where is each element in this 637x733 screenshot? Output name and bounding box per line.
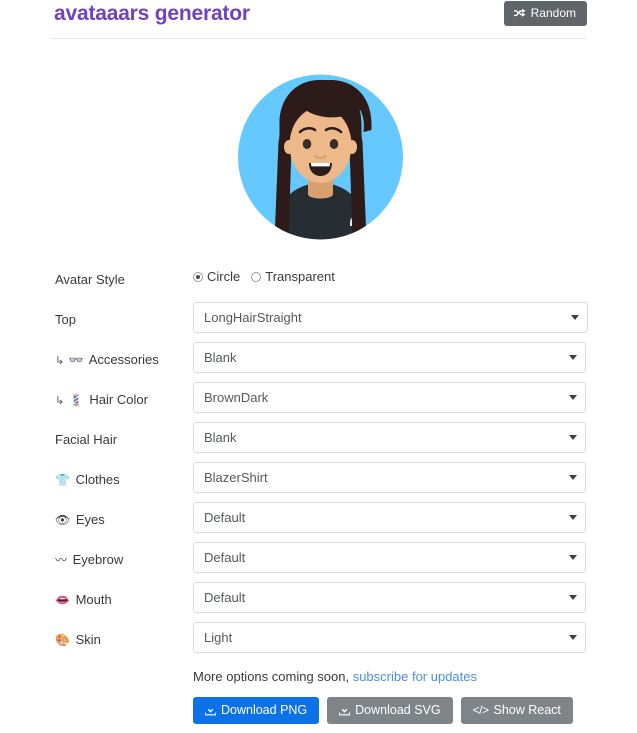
avatar-style-label: Avatar Style: [55, 272, 125, 287]
glasses-icon: 👓: [68, 353, 84, 367]
coming-soon-note: More options coming soon, subscribe for …: [193, 669, 477, 684]
form-row-skin: 🎨 Skin Light: [0, 622, 637, 662]
label-top-text: Top: [55, 312, 76, 327]
select-mouth-value: Default: [204, 590, 246, 605]
download-svg-label: Download SVG: [355, 703, 441, 717]
label-clothes: 👕 Clothes: [55, 471, 120, 489]
form-row-top: Top LongHairStraight: [0, 302, 637, 342]
options-form: Avatar Style Circle Transparent Top Long…: [0, 262, 637, 662]
form-row-eyes: 👁 Eyes Default: [0, 502, 637, 542]
subscribe-link[interactable]: subscribe for updates: [353, 669, 477, 684]
select-clothes-value: BlazerShirt: [204, 470, 268, 485]
radio-option-circle[interactable]: Circle: [193, 269, 240, 284]
label-top: Top: [55, 311, 76, 328]
label-mouth-text: Mouth: [75, 592, 112, 607]
form-row-eyebrow: 〰 Eyebrow Default: [0, 542, 637, 582]
select-facial-hair-value: Blank: [204, 430, 237, 445]
chevron-down-icon: [569, 555, 577, 560]
show-react-button[interactable]: </> Show React: [460, 697, 573, 724]
show-react-label: Show React: [493, 703, 561, 717]
select-accessories[interactable]: Blank: [193, 342, 586, 373]
select-hair-color-value: BrownDark: [204, 390, 269, 405]
select-eyebrow[interactable]: Default: [193, 542, 586, 573]
shirt-icon: 👕: [55, 473, 70, 487]
coming-soon-text: More options coming soon,: [193, 669, 353, 684]
label-accessories: ↳ 👓 Accessories: [55, 351, 159, 369]
label-mouth: 👄 Mouth: [55, 591, 112, 609]
form-row-avatar-style: Avatar Style Circle Transparent: [0, 262, 637, 302]
chevron-down-icon: [569, 355, 577, 360]
chevron-down-icon: [569, 435, 577, 440]
chevron-down-icon: [571, 315, 579, 320]
palette-icon: 🎨: [55, 633, 70, 647]
label-facial-hair-text: Facial Hair: [55, 432, 118, 447]
form-row-clothes: 👕 Clothes BlazerShirt: [0, 462, 637, 502]
download-icon: [205, 705, 216, 716]
label-eyes-text: Eyes: [75, 512, 105, 527]
label-hair-color: ↳ 💈 Hair Color: [55, 391, 148, 409]
select-eyes[interactable]: Default: [193, 502, 586, 533]
download-icon: [339, 705, 351, 716]
radio-option-circle-label: Circle: [207, 269, 241, 284]
chevron-down-icon: [569, 635, 577, 640]
code-icon: </>: [472, 703, 489, 717]
select-skin-value: Light: [204, 630, 233, 645]
page-header: avataaars generator Random: [0, 0, 637, 40]
chevron-down-icon: [569, 475, 577, 480]
sub-arrow-icon: ↳: [55, 354, 65, 367]
radio-option-transparent[interactable]: Transparent: [251, 269, 335, 284]
radio-transparent-icon[interactable]: [251, 271, 262, 282]
select-clothes[interactable]: BlazerShirt: [193, 462, 586, 493]
label-facial-hair: Facial Hair: [55, 431, 117, 448]
radio-circle-icon[interactable]: [193, 271, 203, 282]
barber-pole-icon: 💈: [68, 393, 84, 407]
label-skin: 🎨 Skin: [55, 631, 101, 649]
label-eyes: 👁 Eyes: [55, 511, 105, 529]
avatar-preview: [238, 63, 403, 251]
form-row-hair-color: ↳ 💈 Hair Color BrownDark: [0, 382, 637, 422]
select-accessories-value: Blank: [204, 350, 237, 365]
action-button-row: Download PNG Download SVG </> Show React: [193, 697, 573, 724]
select-mouth[interactable]: Default: [193, 582, 586, 613]
select-skin[interactable]: Light: [193, 622, 586, 653]
header-divider: [50, 38, 587, 39]
random-button-label: Random: [530, 6, 576, 20]
eye-icon: 👁: [55, 513, 71, 527]
select-hair-color[interactable]: BrownDark: [193, 382, 586, 413]
label-hair-color-text: Hair Color: [89, 392, 148, 407]
chevron-down-icon: [569, 515, 577, 520]
download-png-label: Download PNG: [221, 703, 308, 717]
label-eyebrow: 〰 Eyebrow: [55, 551, 123, 569]
label-clothes-text: Clothes: [75, 472, 120, 487]
download-png-button[interactable]: Download PNG: [193, 697, 320, 724]
label-skin-text: Skin: [75, 632, 101, 647]
select-facial-hair[interactable]: Blank: [193, 422, 586, 453]
avatar-style-radio-group[interactable]: Circle Transparent: [193, 269, 343, 284]
select-top-value: LongHairStraight: [204, 310, 302, 325]
select-eyebrow-value: Default: [204, 550, 246, 565]
chevron-down-icon: [569, 395, 577, 400]
label-accessories-text: Accessories: [88, 352, 159, 367]
select-eyes-value: Default: [204, 510, 246, 525]
shuffle-icon: [513, 8, 526, 19]
label-eyebrow-text: Eyebrow: [72, 552, 124, 567]
form-row-accessories: ↳ 👓 Accessories Blank: [0, 342, 637, 382]
form-row-mouth: 👄 Mouth Default: [0, 582, 637, 622]
select-top[interactable]: LongHairStraight: [193, 302, 588, 333]
random-button[interactable]: Random: [503, 1, 587, 26]
eyebrow-icon: 〰: [55, 553, 68, 567]
mouth-icon: 👄: [55, 593, 70, 607]
sub-arrow-icon: ↳: [55, 394, 65, 407]
chevron-down-icon: [569, 595, 577, 600]
radio-option-transparent-label: Transparent: [265, 269, 335, 284]
download-svg-button[interactable]: Download SVG: [327, 697, 453, 724]
form-row-facial-hair: Facial Hair Blank: [0, 422, 637, 462]
page-title: avataaars generator: [54, 2, 250, 25]
